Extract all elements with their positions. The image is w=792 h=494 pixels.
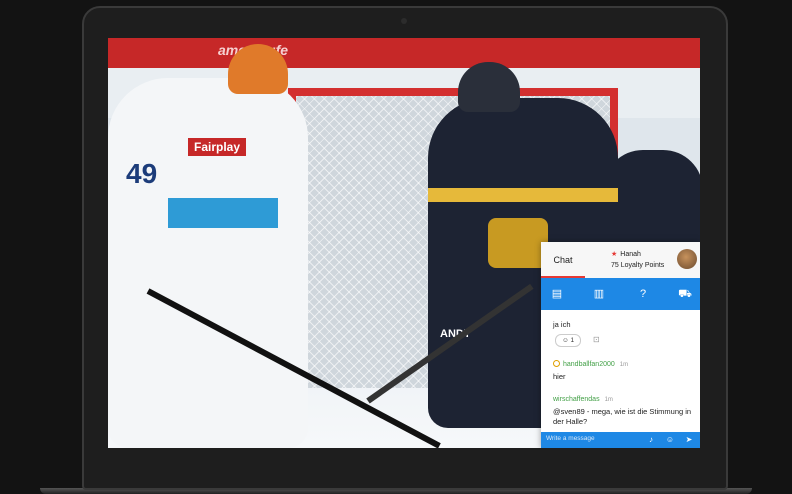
message-input[interactable]: Write a message (546, 435, 595, 442)
avatar[interactable] (677, 249, 697, 269)
message-text: hier (553, 372, 566, 381)
jersey-crest (488, 218, 548, 268)
chat-widget: Chat ★ Hanah 75 Loyalty Points ▤ ▥ ? ⛟ ja… (541, 242, 700, 448)
ad-banner: amerkaufe (108, 38, 700, 68)
chat-icon[interactable]: ▤ (549, 286, 565, 302)
message-text: ja ich (553, 320, 571, 329)
bar-chart-icon[interactable]: ▥ (591, 286, 607, 302)
chat-toolbar: ▤ ▥ ? ⛟ (541, 278, 700, 310)
jersey-stripe-blue (168, 198, 278, 228)
send-icon[interactable]: ➤ (684, 434, 694, 446)
jersey-stripe (428, 188, 618, 202)
video-screen[interactable]: amerkaufe ANDT 49 Fairplay Chat ★Hanah 7… (108, 38, 700, 448)
cart-icon[interactable]: ⛟ (677, 286, 693, 302)
chat-header: Chat ★ Hanah 75 Loyalty Points (541, 242, 700, 278)
message-input-bar[interactable]: Write a message ♪ ☺ ➤ (541, 432, 700, 448)
webcam (401, 18, 407, 24)
loyalty-points: 75 Loyalty Points (611, 262, 665, 269)
player-white-jersey: 49 Fairplay (108, 78, 308, 448)
user-badge-icon (553, 360, 560, 367)
message-user[interactable]: wirschaffendas 1m (553, 396, 613, 403)
jersey-number: 49 (126, 158, 158, 189)
user-info: ★ Hanah 75 Loyalty Points (611, 249, 664, 271)
add-reaction-icon[interactable]: ⊡ (593, 334, 600, 345)
reaction-badge[interactable]: ☺ 1 (555, 334, 582, 347)
message-user[interactable]: handballfan2000 1m (553, 360, 628, 368)
microphone-icon[interactable]: ♪ (646, 434, 656, 446)
user-name: Hanah (620, 251, 641, 258)
emoji-icon[interactable]: ☺ (665, 434, 675, 446)
tab-chat[interactable]: Chat (541, 242, 585, 278)
star-icon: ★ (611, 251, 618, 258)
message-text: @sven89 - mega, wie ist die Stimmung in … (553, 407, 692, 426)
jersey-logo: Fairplay (188, 138, 247, 156)
chat-messages[interactable]: ja ich ☺ 1 ⊡ handballfan2000 1m hier wirs… (541, 310, 700, 432)
help-icon[interactable]: ? (635, 286, 651, 302)
helmet-dark (458, 62, 520, 112)
